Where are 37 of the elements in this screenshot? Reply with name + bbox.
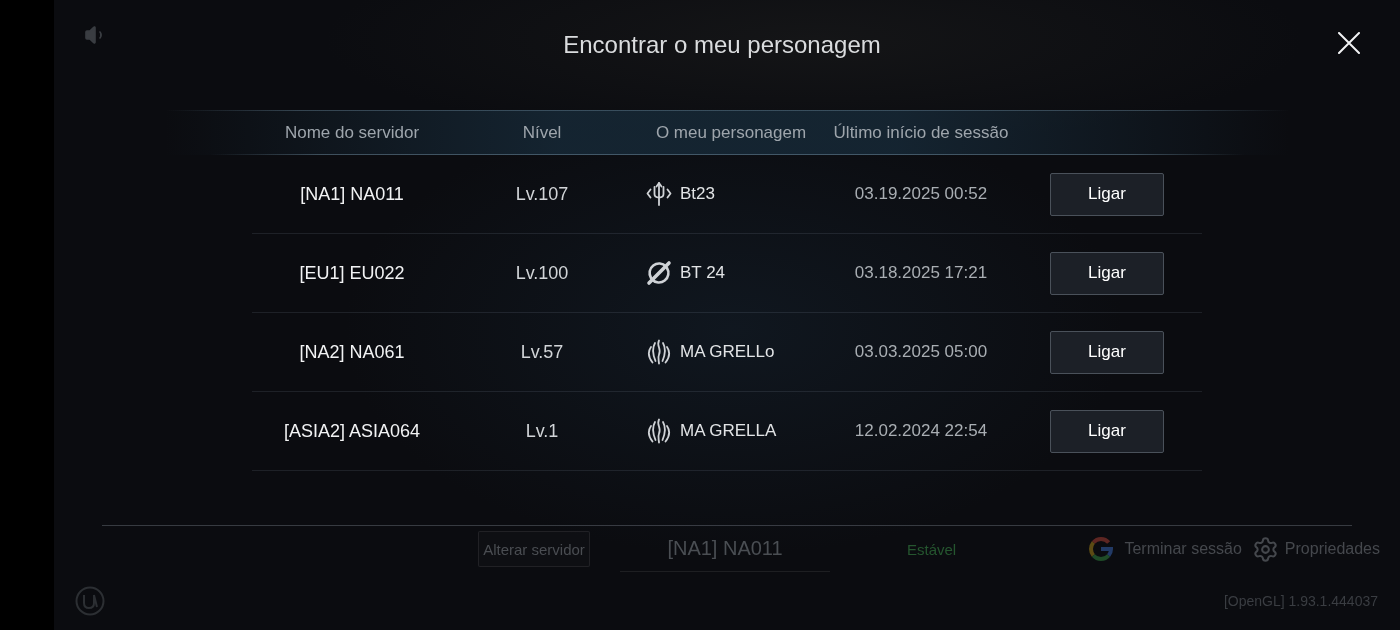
google-icon xyxy=(1087,535,1116,563)
character-name: Bt23 xyxy=(680,184,715,204)
settings-icon xyxy=(1251,535,1279,563)
last-login-time: 03.03.2025 05:00 xyxy=(854,342,988,362)
server-name: [NA1] NA011 xyxy=(300,183,404,205)
server-name: [ASIA2] ASIA064 xyxy=(283,420,421,442)
character-name: BT 24 xyxy=(680,263,726,283)
connect-button[interactable]: Ligar xyxy=(1050,172,1164,216)
server-name: [NA2] NA061 xyxy=(299,341,405,363)
character-name: MA GRELLo xyxy=(680,342,775,362)
flame-icon xyxy=(646,418,672,444)
logo-icon xyxy=(75,586,105,616)
column-header: Nome do servidor xyxy=(283,122,421,143)
character-level: Lv.107 xyxy=(515,183,569,205)
server-name: [EU1] EU022 xyxy=(299,262,405,284)
connect-button[interactable]: Ligar xyxy=(1050,251,1164,295)
column-header: Nível xyxy=(521,122,563,143)
last-login-time: 03.18.2025 17:21 xyxy=(854,263,988,283)
character-level: Lv.57 xyxy=(520,341,564,363)
character-name: MA GRELLA xyxy=(680,421,777,441)
column-header: Último início de sessão xyxy=(832,122,1010,143)
logout-label: Terminar sessão xyxy=(1124,540,1242,558)
close-icon[interactable] xyxy=(1338,32,1360,54)
last-login-time: 12.02.2024 22:54 xyxy=(854,421,988,441)
last-login-time: 03.19.2025 00:52 xyxy=(854,184,988,204)
flame-icon xyxy=(646,339,672,365)
character-level: Lv.100 xyxy=(515,262,569,284)
slashed-circle-icon xyxy=(646,260,672,286)
settings-label: Propriedades xyxy=(1284,540,1380,558)
connect-button[interactable]: Ligar xyxy=(1050,330,1164,374)
column-header: O meu personagem xyxy=(654,122,808,143)
trident-icon xyxy=(646,181,672,207)
connect-button[interactable]: Ligar xyxy=(1050,409,1164,453)
dialog-title: Encontrar o meu personagem xyxy=(563,30,881,60)
character-level: Lv.1 xyxy=(525,420,559,442)
server-status: Estável xyxy=(907,540,957,558)
current-server-name: [NA1] NA011 xyxy=(620,526,830,572)
